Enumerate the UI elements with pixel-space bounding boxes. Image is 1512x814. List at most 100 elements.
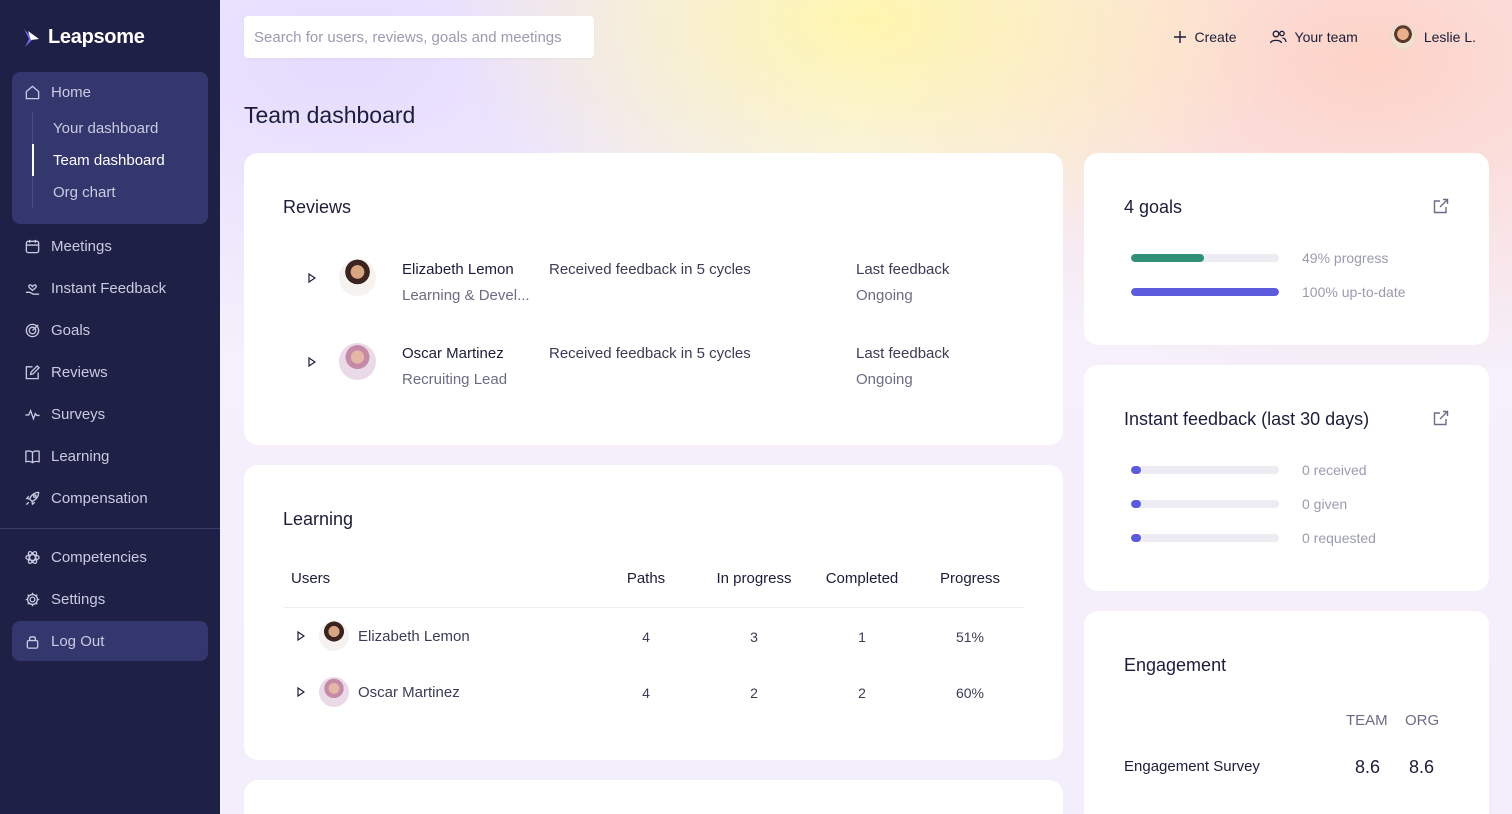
sidebar-item-compensation[interactable]: Compensation — [12, 478, 208, 518]
engagement-col-org: ORG — [1405, 712, 1440, 729]
home-subnav: Your dashboard Team dashboard Org chart — [32, 112, 202, 208]
sidebar-item-settings[interactable]: Settings — [12, 579, 208, 619]
brand-name: Leapsome — [48, 26, 145, 48]
sidebar-item-label: Compensation — [51, 489, 148, 507]
sidebar-item-learning[interactable]: Learning — [12, 436, 208, 476]
avatar — [319, 621, 349, 651]
column-header-in-progress: In progress — [716, 570, 792, 587]
gear-icon — [25, 592, 40, 606]
logout-button[interactable]: Log Out — [12, 621, 208, 661]
column-header-progress: Progress — [939, 570, 1001, 587]
create-button[interactable]: Create — [1173, 29, 1237, 45]
feedback-given-bar — [1131, 500, 1279, 508]
page-title: Team dashboard — [244, 102, 416, 128]
sidebar-item-label: Competencies — [51, 548, 147, 566]
goals-uptodate-bar — [1131, 288, 1279, 296]
engagement-survey-label[interactable]: Engagement Survey — [1124, 758, 1260, 775]
feedback-requested-label: 0 requested — [1302, 530, 1376, 546]
rocket-icon — [25, 491, 40, 505]
sidebar-item-instant-feedback[interactable]: Instant Feedback — [12, 268, 208, 308]
feedback-received-label: 0 received — [1302, 462, 1367, 478]
subnav-org-chart[interactable]: Org chart — [33, 176, 202, 208]
sidebar-item-label: Learning — [51, 447, 110, 465]
cell-completed: 1 — [858, 629, 866, 645]
feedback-requested-bar — [1131, 534, 1279, 542]
engagement-title: Engagement — [1124, 655, 1227, 675]
review-row[interactable]: Elizabeth Lemon Learning & Devel... Rece… — [244, 257, 1064, 317]
review-row[interactable]: Oscar Martinez Recruiting Lead Received … — [244, 341, 1064, 401]
expand-triangle-icon[interactable] — [297, 687, 305, 697]
search-input[interactable] — [244, 16, 594, 58]
review-user-name[interactable]: Oscar Martinez — [402, 345, 504, 362]
book-icon — [25, 449, 40, 463]
cell-progress: 60% — [955, 685, 985, 701]
user-name: Leslie L. — [1423, 29, 1476, 45]
home-icon — [25, 84, 40, 99]
cell-paths: 4 — [642, 685, 650, 701]
subnav-team-dashboard[interactable]: Team dashboard — [32, 144, 202, 176]
learning-user-name[interactable]: Oscar Martinez — [358, 684, 460, 701]
avatar — [319, 677, 349, 707]
table-divider — [284, 607, 1024, 608]
sidebar-item-meetings[interactable]: Meetings — [12, 226, 208, 266]
feedback-received-bar — [1131, 466, 1279, 474]
sidebar-item-label: Instant Feedback — [51, 279, 167, 297]
sidebar-item-home[interactable]: Home — [12, 72, 208, 112]
reviews-title: Reviews — [283, 197, 352, 217]
home-nav-group: Home Your dashboard Team dashboard Org c… — [12, 72, 208, 224]
plus-icon — [1173, 31, 1186, 43]
sidebar-item-label: Meetings — [51, 237, 112, 255]
pulse-icon — [25, 408, 40, 421]
engagement-org-value: 8.6 — [1409, 757, 1435, 777]
sidebar: Leapsome Home Your dashboard Team dashbo… — [0, 0, 220, 814]
learning-user-name[interactable]: Elizabeth Lemon — [358, 628, 470, 645]
instant-feedback-card: Instant feedback (last 30 days) — [1084, 365, 1489, 591]
review-user-role: Learning & Devel... — [402, 287, 530, 304]
review-last-value: Ongoing — [856, 371, 913, 388]
user-avatar — [1389, 24, 1416, 50]
bar-fill — [1131, 500, 1141, 508]
sidebar-item-label: Home — [51, 83, 92, 101]
goals-title: 4 goals — [1124, 197, 1183, 217]
feedback-given-label: 0 given — [1302, 496, 1348, 512]
sidebar-item-reviews[interactable]: Reviews — [12, 352, 208, 392]
your-team-button[interactable]: Your team — [1269, 29, 1358, 45]
external-link-icon[interactable] — [1432, 409, 1450, 427]
sidebar-item-label: Reviews — [51, 363, 108, 381]
review-user-role: Recruiting Lead — [402, 371, 508, 388]
review-user-name[interactable]: Elizabeth Lemon — [402, 261, 514, 278]
expand-triangle-icon[interactable] — [297, 631, 305, 641]
subnav-your-dashboard[interactable]: Your dashboard — [33, 112, 202, 144]
column-header-completed: Completed — [825, 570, 899, 587]
expand-triangle-icon[interactable] — [308, 273, 316, 283]
hand-heart-icon — [25, 283, 40, 295]
cell-in-progress: 3 — [750, 629, 758, 645]
column-header-users: Users — [291, 570, 331, 587]
goals-progress-label: 49% progress — [1302, 250, 1389, 266]
brand-logo[interactable]: Leapsome — [22, 26, 145, 49]
cell-in-progress: 2 — [750, 685, 758, 701]
target-icon — [25, 323, 40, 337]
cell-paths: 4 — [642, 629, 650, 645]
expand-triangle-icon[interactable] — [308, 357, 316, 367]
review-last-label: Last feedback — [856, 345, 950, 362]
bar-fill — [1131, 254, 1204, 262]
cell-completed: 2 — [858, 685, 866, 701]
sidebar-item-surveys[interactable]: Surveys — [12, 394, 208, 434]
avatar — [339, 259, 376, 296]
atom-icon — [25, 550, 40, 564]
reviews-card: Reviews Elizabeth Lemon Learning & Devel… — [244, 153, 1063, 445]
sidebar-item-competencies[interactable]: Competencies — [12, 537, 208, 577]
goals-card: 4 goals — [1084, 153, 1489, 345]
edit-icon — [25, 364, 41, 379]
review-status: Received feedback in 5 cycles — [549, 345, 751, 362]
sidebar-item-label: Surveys — [51, 405, 106, 423]
next-card — [244, 780, 1063, 814]
external-link-icon[interactable] — [1432, 197, 1450, 215]
logout-label: Log Out — [51, 632, 105, 650]
bar-fill — [1131, 534, 1141, 542]
sidebar-item-goals[interactable]: Goals — [12, 310, 208, 350]
lock-icon — [26, 635, 39, 649]
sidebar-item-label: Settings — [51, 590, 106, 608]
user-menu[interactable]: Leslie L. — [1389, 24, 1476, 50]
